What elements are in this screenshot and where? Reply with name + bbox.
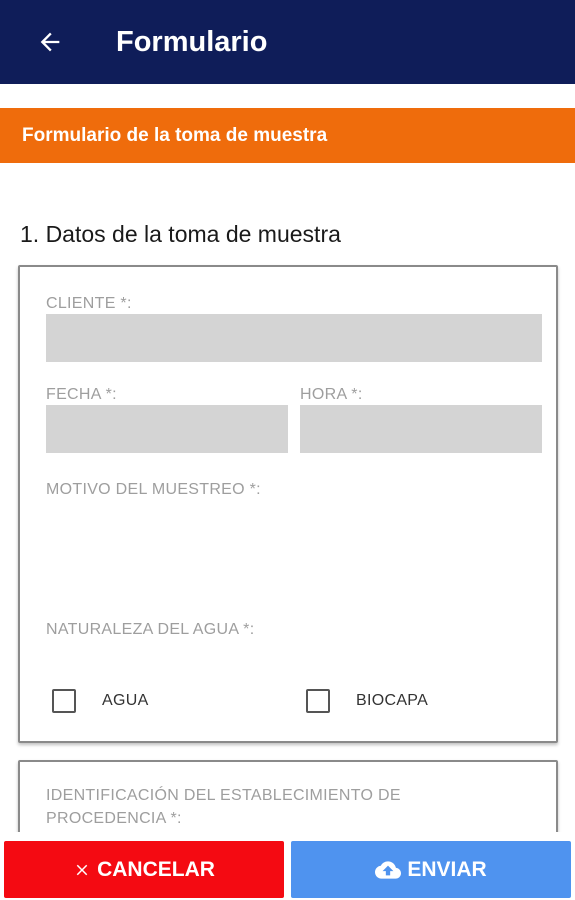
send-label: ENVIAR: [407, 857, 487, 881]
identificacion-label-line1: IDENTIFICACIÓN DEL ESTABLECIMIENTO DE: [46, 787, 401, 804]
cliente-field[interactable]: [46, 314, 542, 362]
bottom-action-bar: CANCELAR ENVIAR: [0, 832, 575, 900]
agua-checkbox[interactable]: [52, 689, 76, 713]
section-heading: 1. Datos de la toma de muestra: [20, 221, 341, 247]
hora-field[interactable]: [300, 405, 542, 453]
sample-data-card: CLIENTE *: FECHA *: HORA *: MOTIVO DEL M…: [18, 265, 558, 743]
fecha-field[interactable]: [46, 405, 288, 453]
banner-title: Formulario de la toma de muestra: [22, 125, 328, 146]
checkbox-agua[interactable]: AGUA: [52, 689, 149, 713]
motivo-label: MOTIVO DEL MUESTREO *:: [46, 481, 261, 498]
cancel-button[interactable]: CANCELAR: [4, 841, 284, 898]
hora-label: HORA *:: [300, 386, 363, 403]
agua-label: AGUA: [102, 692, 149, 709]
cliente-label: CLIENTE *:: [46, 295, 132, 312]
app-title: Formulario: [116, 26, 268, 58]
cloud-upload-icon: [375, 857, 402, 883]
biocapa-label: BIOCAPA: [356, 692, 429, 709]
checkbox-biocapa[interactable]: BIOCAPA: [306, 689, 428, 713]
arrow-left-icon: [40, 32, 60, 52]
cancel-label: CANCELAR: [97, 857, 215, 881]
close-icon: [73, 861, 91, 879]
motivo-field[interactable]: [46, 503, 542, 603]
app-bar: Formulario: [0, 0, 575, 84]
form-banner: Formulario de la toma de muestra: [0, 108, 575, 163]
biocapa-checkbox[interactable]: [306, 689, 330, 713]
send-button[interactable]: ENVIAR: [291, 841, 571, 898]
naturaleza-label: NATURALEZA DEL AGUA *:: [46, 621, 255, 638]
fecha-label: FECHA *:: [46, 386, 117, 403]
identificacion-label-line2: PROCEDENCIA *:: [46, 810, 182, 827]
back-button[interactable]: [30, 24, 70, 60]
